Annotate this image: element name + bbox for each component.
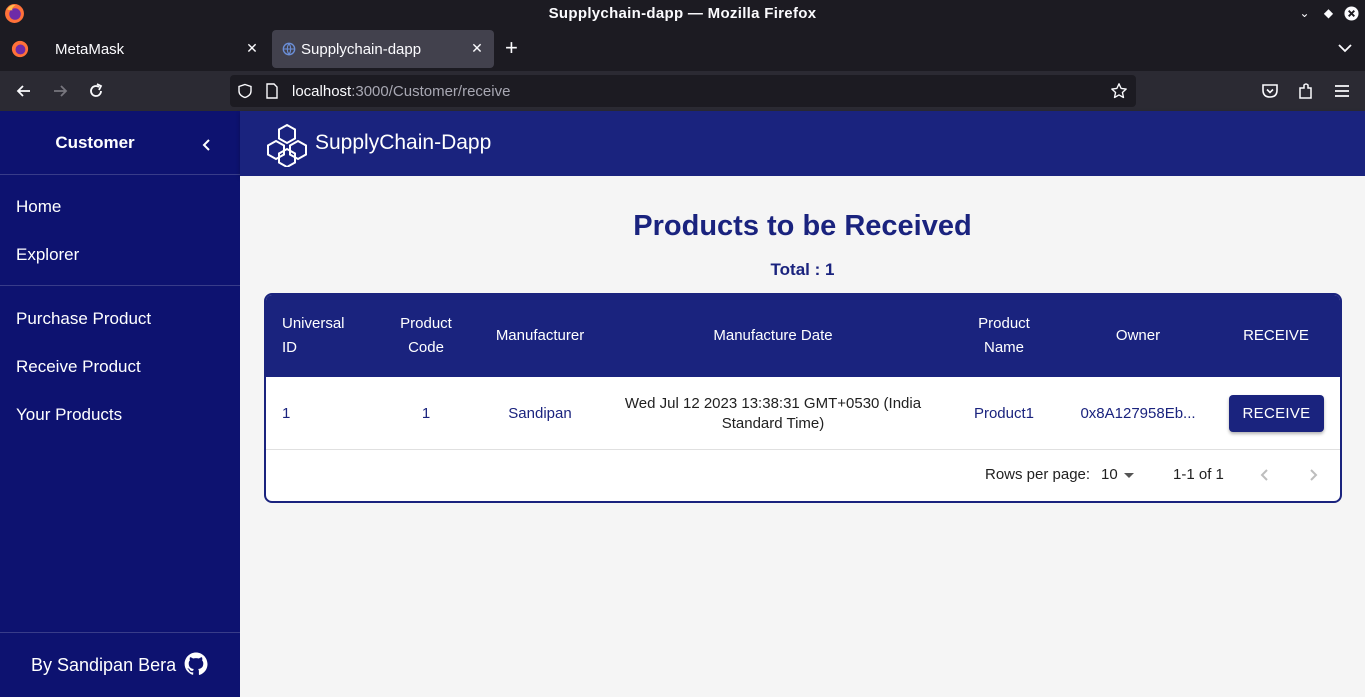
column-header-product-name: Product Name [954, 295, 1054, 377]
sidebar-item-receive-product[interactable]: Receive Product [16, 357, 141, 377]
header-text: Product [978, 315, 1030, 332]
main-content: Products to be Received Total : 1 Univer… [240, 176, 1365, 697]
chevron-left-icon[interactable] [197, 135, 217, 155]
cell-product-code: 1 [421, 404, 431, 422]
close-window-icon[interactable] [1344, 6, 1359, 21]
column-header-manufacturer: Manufacturer [495, 327, 585, 344]
cell-product-name: Product1 [973, 404, 1035, 422]
new-tab-icon[interactable]: + [505, 37, 518, 59]
date-text: Standard Time) [721, 414, 825, 432]
header-text: ID [282, 339, 297, 356]
sidebar-item-your-products[interactable]: Your Products [16, 405, 122, 425]
rows-per-page-value: 10 [1101, 466, 1118, 483]
pagination-range: 1-1 of 1 [1173, 466, 1224, 483]
sidebar: Customer Home Explorer Purchase Product … [0, 111, 240, 697]
products-table: Universal ID Product Code Manufacturer Man… [264, 293, 1342, 503]
tab-supplychain[interactable]: Supplychain-dapp ✕ [272, 30, 494, 68]
back-icon[interactable] [14, 81, 34, 101]
app-header: SupplyChain-Dapp [240, 111, 1365, 176]
minimize-icon[interactable]: ⌄ [1297, 6, 1312, 21]
total-count: Total : 1 [770, 260, 835, 279]
column-header-owner: Owner [1115, 327, 1161, 344]
sidebar-header: Customer [0, 111, 240, 174]
tab-label: MetaMask [55, 41, 125, 58]
date-text: Wed Jul 12 2023 13:38:31 GMT+0530 (India [624, 394, 922, 412]
sidebar-item-explorer[interactable]: Explorer [16, 245, 79, 265]
url-text[interactable]: localhost:3000/Customer/receive [292, 83, 510, 100]
tab-metamask[interactable]: MetaMask ✕ [41, 30, 267, 68]
caret-down-icon [1124, 473, 1134, 478]
reload-icon[interactable] [86, 81, 106, 101]
sidebar-item-purchase-product[interactable]: Purchase Product [16, 309, 151, 329]
rows-per-page-select[interactable]: 10 [1101, 464, 1141, 486]
header-text: Universal [282, 315, 345, 332]
column-header-product-code: Product Code [376, 295, 476, 377]
tab-label: Supplychain-dapp [301, 41, 422, 58]
receive-button[interactable]: RECEIVE [1229, 395, 1324, 432]
cell-manufacture-date: Wed Jul 12 2023 13:38:31 GMT+0530 (India… [606, 377, 940, 450]
header-text: Product [400, 315, 452, 332]
column-header-universal-id: Universal ID [282, 295, 372, 377]
page-info-icon[interactable] [265, 83, 279, 99]
menu-icon[interactable] [1332, 81, 1352, 101]
close-tab-icon[interactable]: ✕ [468, 39, 486, 57]
bookmark-star-icon[interactable] [1110, 82, 1128, 100]
rows-per-page-label: Rows per page: [985, 466, 1091, 483]
table-header: Universal ID Product Code Manufacturer Man… [266, 295, 1340, 377]
column-header-manufacture-date: Manufacture Date [713, 327, 833, 344]
cell-manufacturer: Sandipan [508, 404, 572, 422]
sidebar-item-home[interactable]: Home [16, 197, 61, 217]
pocket-icon[interactable] [1260, 81, 1280, 101]
sidebar-title: Customer [55, 133, 135, 152]
close-tab-icon[interactable]: ✕ [243, 39, 261, 57]
forward-icon[interactable] [50, 81, 70, 101]
header-text: Code [408, 339, 444, 356]
sidebar-divider [0, 174, 240, 175]
app-name[interactable]: SupplyChain-Dapp [315, 131, 491, 155]
tab-bar: MetaMask ✕ Supplychain-dapp ✕ + [0, 27, 1365, 71]
supplychain-logo-icon [267, 123, 307, 167]
globe-icon [282, 42, 296, 56]
cell-universal-id: 1 [282, 404, 291, 422]
author-credit: By Sandipan Bera [31, 655, 177, 675]
table-pagination: Rows per page: 10 1-1 of 1 [266, 450, 1340, 501]
column-header-receive: RECEIVE [1243, 327, 1309, 344]
maximize-icon[interactable]: ◆ [1321, 6, 1336, 21]
shield-icon[interactable] [237, 83, 253, 99]
window-title: Supplychain-dapp — Mozilla Firefox [548, 5, 817, 22]
sidebar-divider [0, 285, 240, 286]
url-path: :3000/Customer/receive [351, 83, 511, 100]
url-host: localhost [292, 83, 352, 100]
table-row: 1 1 Sandipan Wed Jul 12 2023 13:38:31 GM… [266, 377, 1340, 450]
window-titlebar: Supplychain-dapp — Mozilla Firefox ⌄ ◆ [0, 0, 1365, 27]
extensions-icon[interactable] [1296, 81, 1316, 101]
url-bar[interactable]: localhost:3000/Customer/receive [230, 75, 1136, 107]
cell-owner: 0x8A127958Eb... [1080, 404, 1196, 422]
next-page-icon[interactable] [1302, 464, 1324, 486]
header-text: Name [983, 339, 1024, 356]
previous-page-icon[interactable] [1254, 464, 1276, 486]
github-icon[interactable] [184, 652, 208, 676]
navigation-toolbar: localhost:3000/Customer/receive [0, 71, 1365, 111]
page-title: Products to be Received [633, 210, 972, 242]
firefox-view-icon[interactable] [11, 40, 29, 58]
list-tabs-icon[interactable] [1337, 42, 1353, 54]
sidebar-divider [0, 632, 240, 633]
